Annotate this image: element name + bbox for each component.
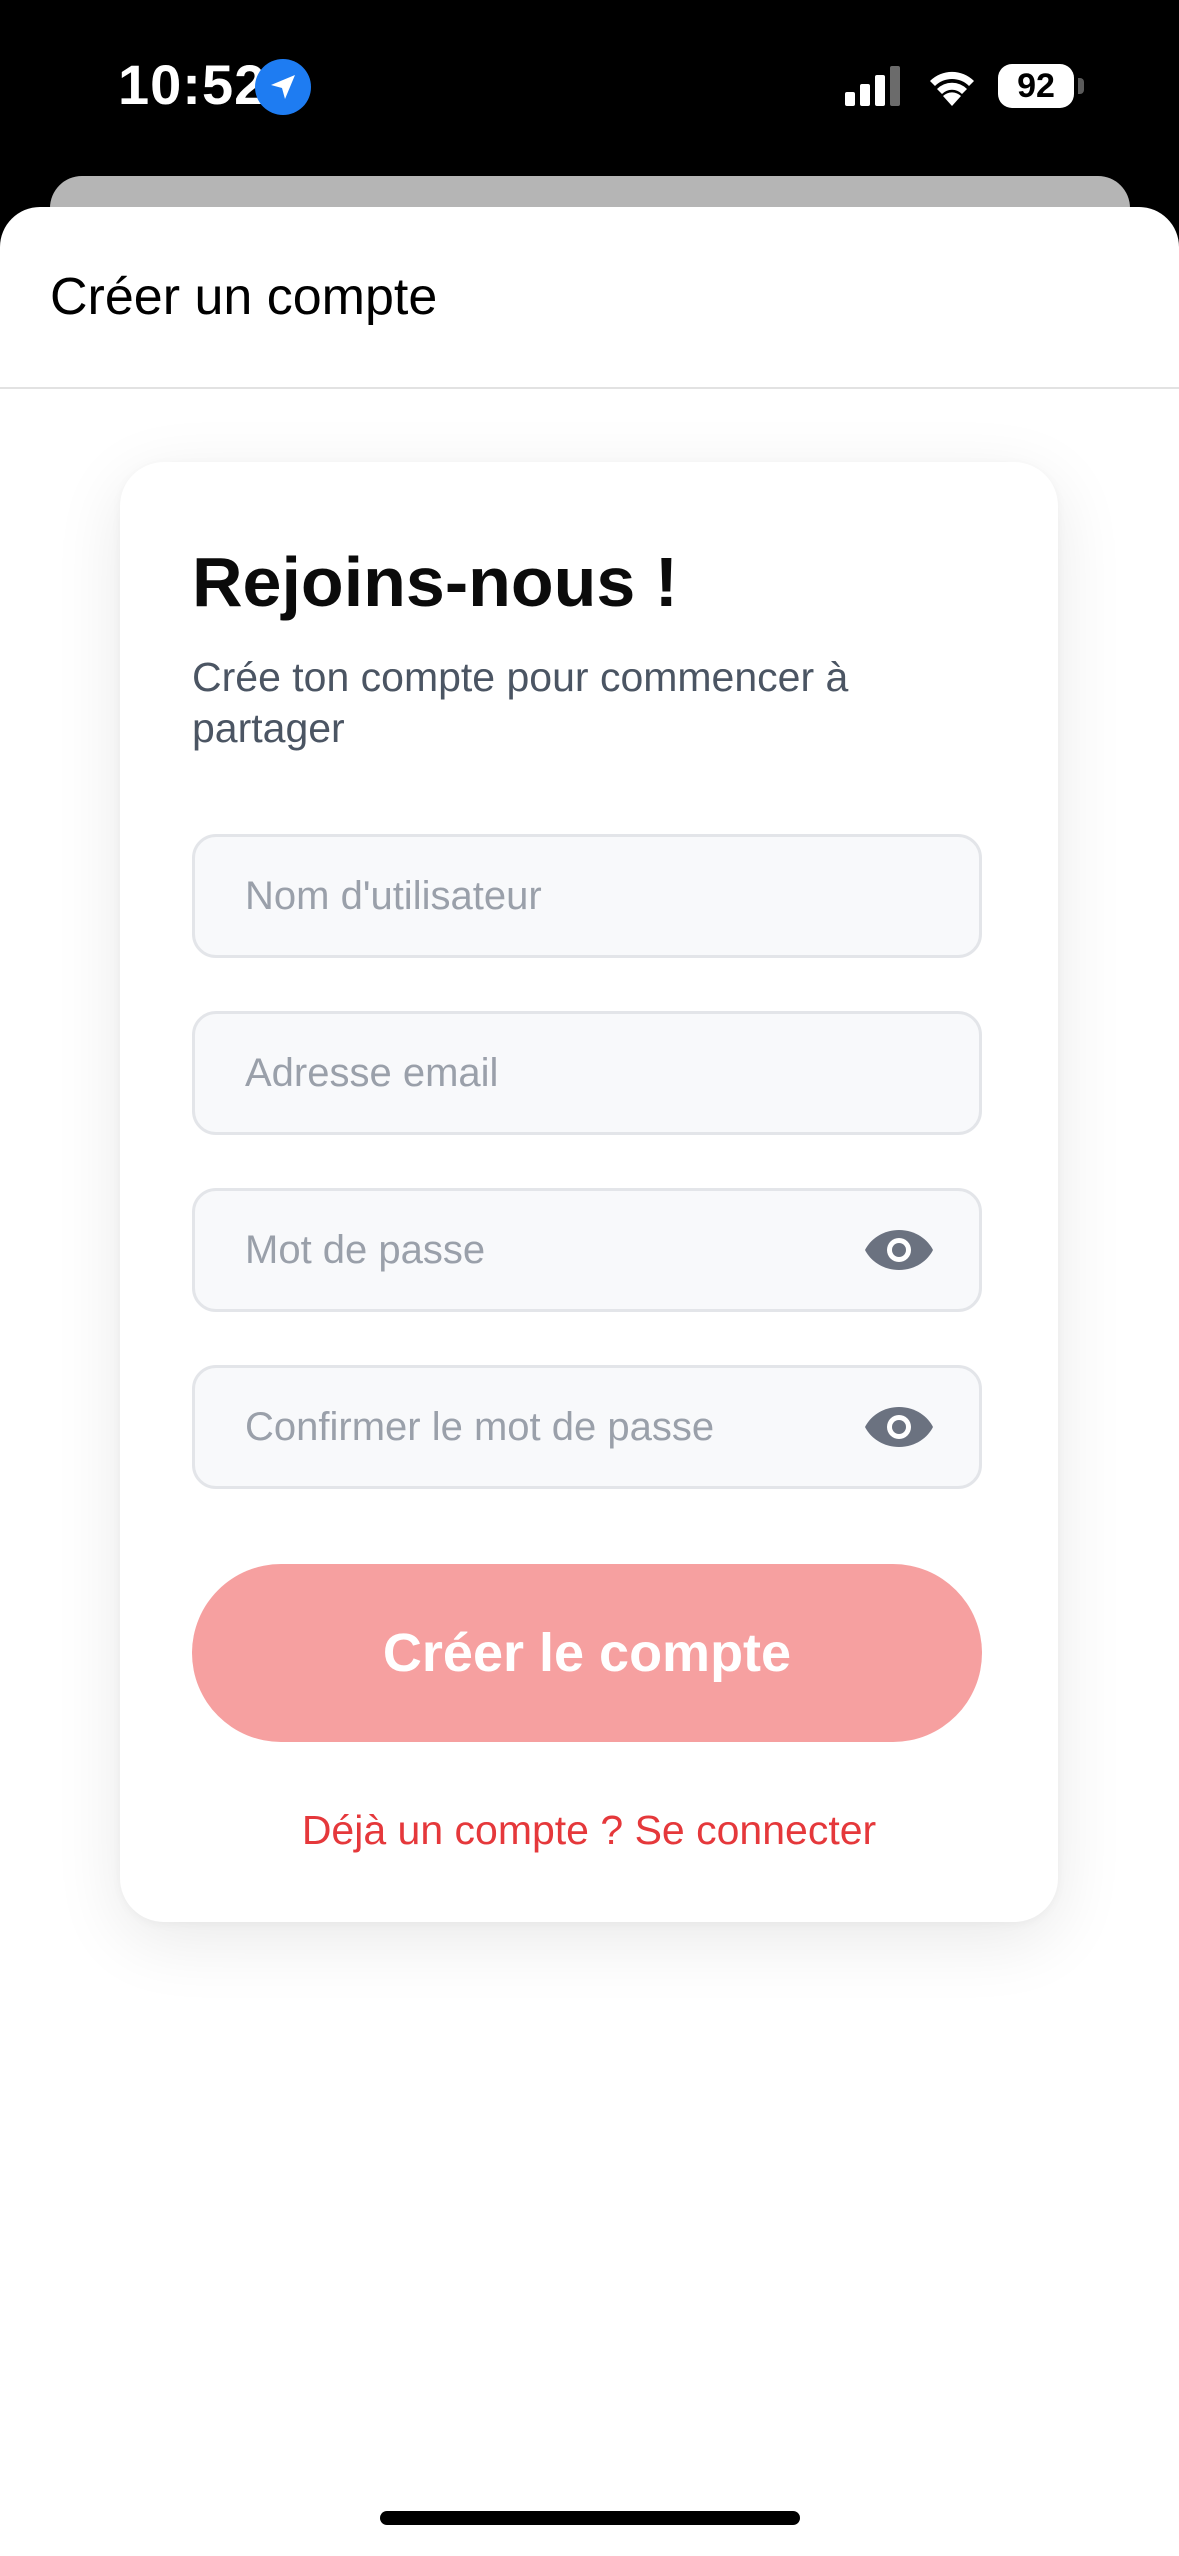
location-arrow-icon [255,59,311,115]
confirm-password-field[interactable] [192,1365,982,1489]
home-indicator [380,2511,800,2525]
modal-sheet: Créer un compte Rejoins-nous ! Crée ton … [0,207,1179,2556]
password-input[interactable] [245,1191,845,1309]
status-time: 10:52 [118,53,267,116]
battery-level: 92 [1017,67,1055,105]
signup-card: Rejoins-nous ! Crée ton compte pour comm… [120,462,1058,1922]
login-link[interactable]: Déjà un compte ? Se connecter [120,1807,1058,1854]
nav-title: Créer un compte [50,268,438,326]
eye-icon[interactable] [864,1228,934,1272]
battery-icon: 92 [998,64,1074,108]
confirm-password-input[interactable] [245,1368,845,1486]
create-account-button[interactable]: Créer le compte [192,1564,982,1742]
eye-icon[interactable] [864,1405,934,1449]
cellular-signal-icon [845,66,900,106]
battery-cap [1078,78,1084,94]
card-subtitle: Crée ton compte pour commencer à partage… [192,654,849,751]
wifi-icon [930,71,974,106]
email-field[interactable] [192,1011,982,1135]
email-input[interactable] [245,1014,845,1132]
password-field[interactable] [192,1188,982,1312]
username-field[interactable] [192,834,982,958]
status-bar: 10:52 92 [0,0,1179,175]
nav-header: Créer un compte [0,207,1179,389]
username-input[interactable] [245,837,845,955]
card-title: Rejoins-nous ! [192,543,679,621]
